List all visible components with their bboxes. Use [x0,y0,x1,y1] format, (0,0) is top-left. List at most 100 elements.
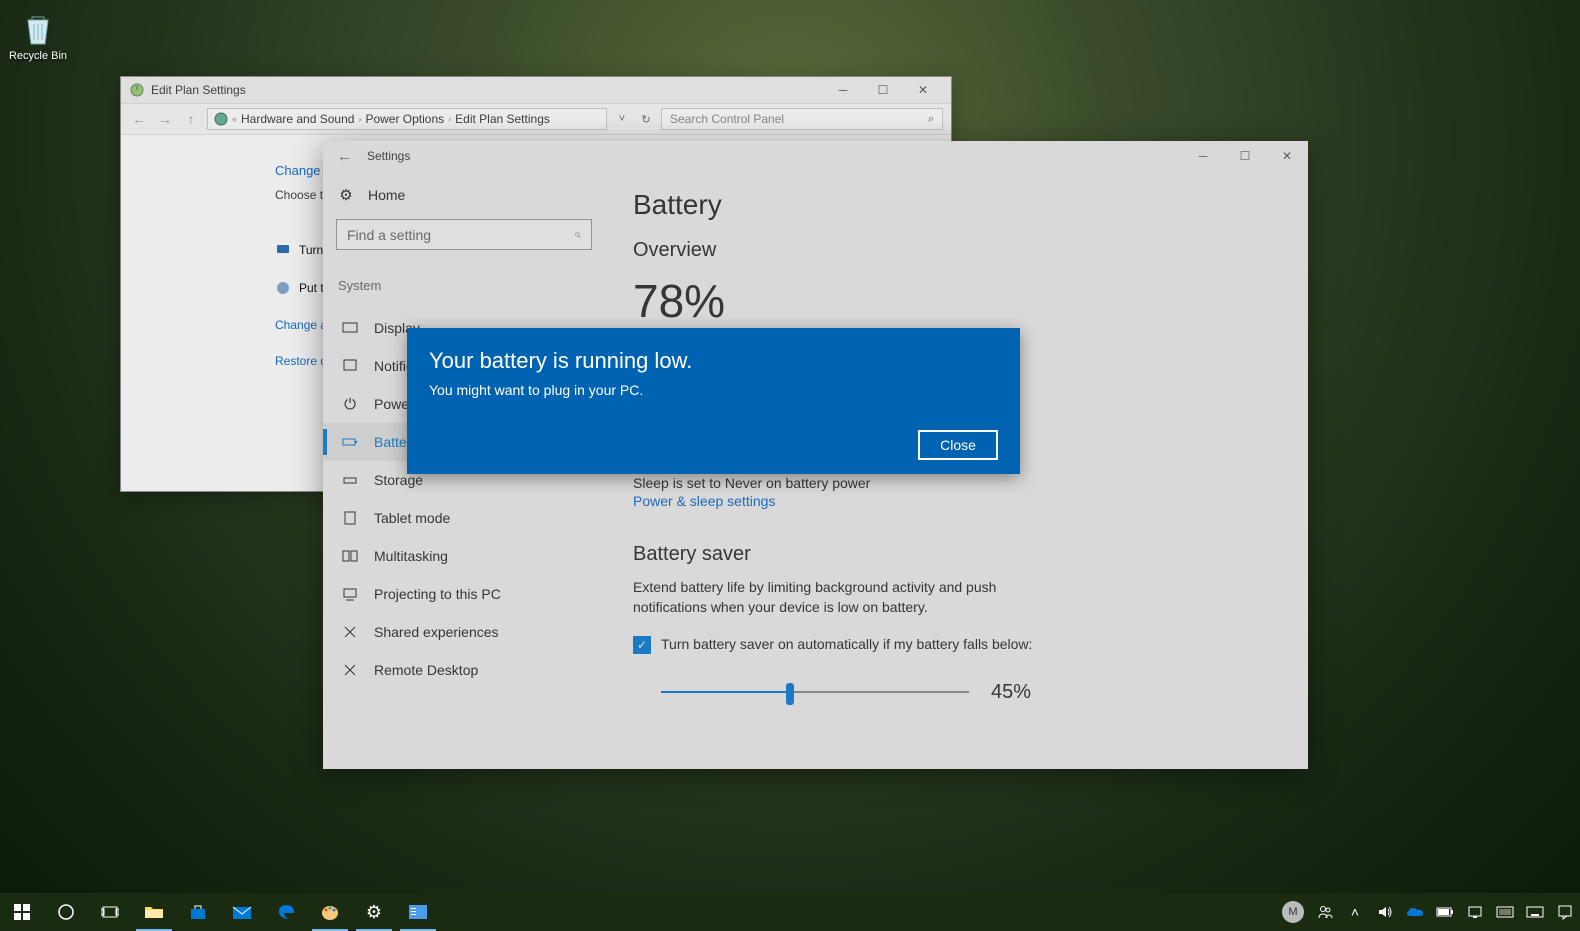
chevron-icon: « [232,114,237,124]
toast-body: You might want to plug in your PC. [429,382,998,398]
cp-search-placeholder: Search Control Panel [670,112,784,126]
user-badge[interactable]: M [1282,901,1304,923]
settings-title: Settings [359,149,1182,163]
slider-value: 45% [991,681,1031,704]
battery-threshold-slider-row: 45% [633,681,1286,704]
slider-fill [661,691,790,693]
people-button[interactable] [1310,893,1340,931]
cp-title: Edit Plan Settings [151,83,823,97]
power-plan-icon [129,82,145,98]
cp-search-input[interactable]: Search Control Panel ⌕ [661,108,943,130]
setting-row-label: Turn [299,243,323,257]
input-icon[interactable] [1490,893,1520,931]
chevron-icon: › [358,114,361,124]
cp-close-button[interactable]: ✕ [903,80,943,100]
refresh-button[interactable]: ↻ [637,109,655,129]
power-icon: ⏻ [342,396,358,412]
sidebar-home-label: Home [368,187,405,203]
tray-chevron[interactable]: ˄ [1340,893,1370,931]
edge-button[interactable] [264,893,308,931]
back-button[interactable]: ← [129,109,149,129]
battery-low-notification: Your battery is running low. You might w… [407,328,1020,474]
slider-thumb[interactable] [786,683,794,705]
display-icon [342,320,358,336]
chevron-icon: › [448,114,451,124]
mail-button[interactable] [220,893,264,931]
sidebar-item-label: Projecting to this PC [374,586,501,602]
network-icon[interactable] [1460,893,1490,931]
breadcrumb-2[interactable]: Power Options [365,112,444,126]
cp-minimize-button[interactable]: ─ [823,80,863,100]
battery-saver-checkbox[interactable]: ✓ [633,636,651,654]
multitasking-icon [342,548,358,564]
battery-tray-icon[interactable] [1430,893,1460,931]
settings-search-placeholder: Find a setting [347,227,431,243]
sidebar-item-label: Shared experiences [374,624,499,640]
toast-close-button[interactable]: Close [918,430,998,460]
sleep-icon [275,280,291,296]
breadcrumb-1[interactable]: Hardware and Sound [241,112,354,126]
up-button[interactable]: ↑ [181,109,201,129]
power-sleep-link[interactable]: Power & sleep settings [633,493,1286,509]
settings-back-button[interactable]: ← [337,148,359,165]
settings-close-button[interactable]: ✕ [1266,142,1308,170]
file-explorer-button[interactable] [132,893,176,931]
battery-percentage: 78% [633,274,1286,328]
keyboard-icon[interactable] [1520,893,1550,931]
settings-titlebar[interactable]: ← Settings ─ ☐ ✕ [323,141,1308,171]
system-icon [214,112,228,126]
control-panel-taskbar-button[interactable] [396,893,440,931]
settings-minimize-button[interactable]: ─ [1182,142,1224,170]
breadcrumb-3[interactable]: Edit Plan Settings [455,112,550,126]
remote-icon [342,662,358,678]
sidebar-item-label: Remote Desktop [374,662,478,678]
start-button[interactable] [0,893,44,931]
recycle-bin[interactable]: Recycle Bin [8,10,68,62]
action-center-icon[interactable] [1550,893,1580,931]
sidebar-item-label: Multitasking [374,548,448,564]
addressbar[interactable]: « Hardware and Sound › Power Options › E… [207,108,607,130]
addr-dropdown[interactable]: ˅ [613,109,631,129]
sidebar-item-tablet[interactable]: Tablet mode [323,499,598,537]
sidebar-item-projecting[interactable]: Projecting to this PC [323,575,598,613]
sidebar-item-label: Storage [374,472,423,488]
battery-saver-checkbox-row: ✓ Turn battery saver on automatically if… [633,635,1286,655]
settings-taskbar-button[interactable]: ⚙ [352,893,396,931]
sidebar-item-label: Tablet mode [374,510,450,526]
volume-icon[interactable] [1370,893,1400,931]
settings-search-input[interactable]: Find a setting ⌕ [336,219,592,250]
cp-maximize-button[interactable]: ☐ [863,80,903,100]
toast-title: Your battery is running low. [429,348,998,374]
sidebar-item-shared[interactable]: Shared experiences [323,613,598,651]
display-off-icon [275,242,291,258]
search-icon: ⌕ [928,113,934,126]
battery-threshold-slider[interactable] [661,691,969,693]
sidebar-item-multitasking[interactable]: Multitasking [323,537,598,575]
sleep-status-text: Sleep is set to Never on battery power [633,474,1286,494]
shared-icon [342,624,358,640]
recycle-bin-icon [20,10,56,46]
paint-button[interactable] [308,893,352,931]
battery-saver-heading: Battery saver [633,543,1286,566]
task-view-button[interactable] [88,893,132,931]
system-tray: M ˄ [1282,893,1580,931]
tablet-icon [342,510,358,526]
sidebar-item-remote[interactable]: Remote Desktop [323,651,598,689]
sidebar-category: System [336,278,598,293]
battery-icon [342,434,358,450]
recycle-bin-label: Recycle Bin [8,50,68,62]
taskbar: ⚙ M ˄ [0,893,1580,931]
control-panel-toolbar: ← → ↑ « Hardware and Sound › Power Optio… [121,103,951,135]
page-title: Battery [633,189,1286,221]
store-button[interactable] [176,893,220,931]
settings-maximize-button[interactable]: ☐ [1224,142,1266,170]
forward-button[interactable]: → [155,109,175,129]
battery-saver-desc: Extend battery life by limiting backgrou… [633,578,1013,617]
onedrive-icon[interactable] [1400,893,1430,931]
projecting-icon [342,586,358,602]
battery-saver-cbx-label: Turn battery saver on automatically if m… [661,635,1032,655]
control-panel-titlebar[interactable]: Edit Plan Settings ─ ☐ ✕ [121,77,951,103]
sidebar-home[interactable]: ⚙ Home [336,179,598,219]
cortana-button[interactable] [44,893,88,931]
storage-icon [342,472,358,488]
